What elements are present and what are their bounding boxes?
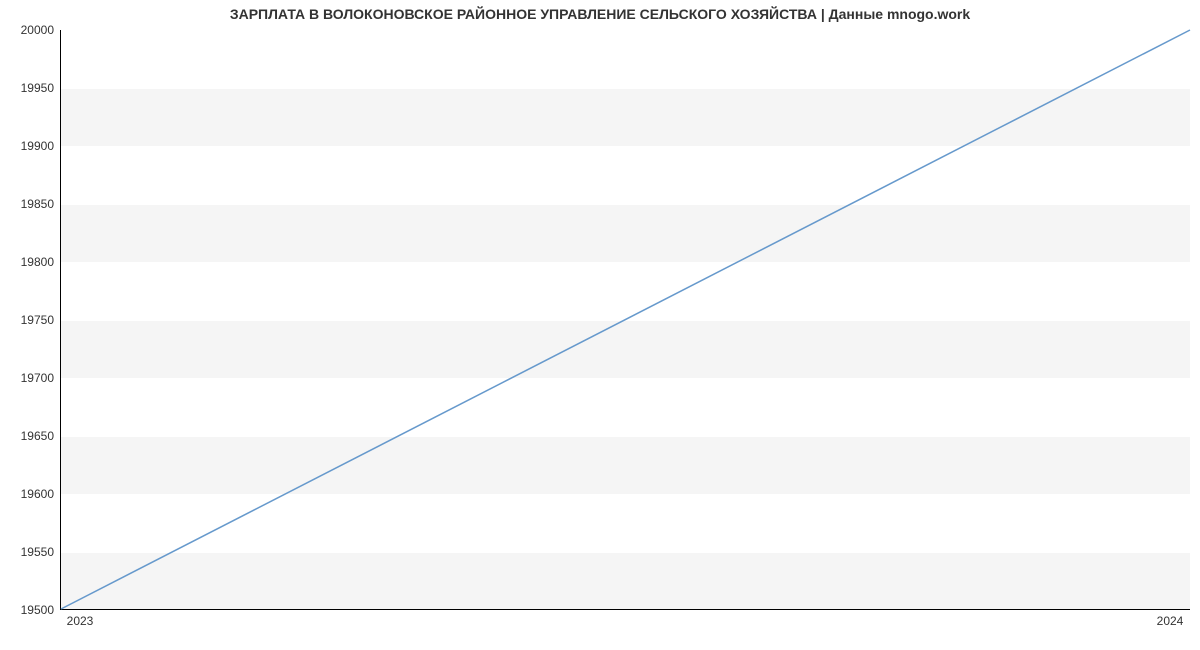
ytick-label: 19700 bbox=[6, 371, 54, 385]
ytick-label: 19650 bbox=[6, 429, 54, 443]
xtick-label: 2024 bbox=[1157, 614, 1184, 628]
plot-area bbox=[60, 30, 1190, 610]
ytick-label: 19950 bbox=[6, 81, 54, 95]
ytick-label: 19850 bbox=[6, 197, 54, 211]
chart-title: ЗАРПЛАТА В ВОЛОКОНОВСКОЕ РАЙОННОЕ УПРАВЛ… bbox=[0, 6, 1200, 22]
ytick-label: 19800 bbox=[6, 255, 54, 269]
chart-container: ЗАРПЛАТА В ВОЛОКОНОВСКОЕ РАЙОННОЕ УПРАВЛ… bbox=[0, 0, 1200, 650]
data-line bbox=[61, 30, 1190, 609]
ytick-label: 19550 bbox=[6, 545, 54, 559]
ytick-label: 19900 bbox=[6, 139, 54, 153]
ytick-label: 19600 bbox=[6, 487, 54, 501]
ytick-label: 19500 bbox=[6, 603, 54, 617]
ytick-label: 19750 bbox=[6, 313, 54, 327]
xtick-label: 2023 bbox=[67, 614, 94, 628]
ytick-label: 20000 bbox=[6, 23, 54, 37]
